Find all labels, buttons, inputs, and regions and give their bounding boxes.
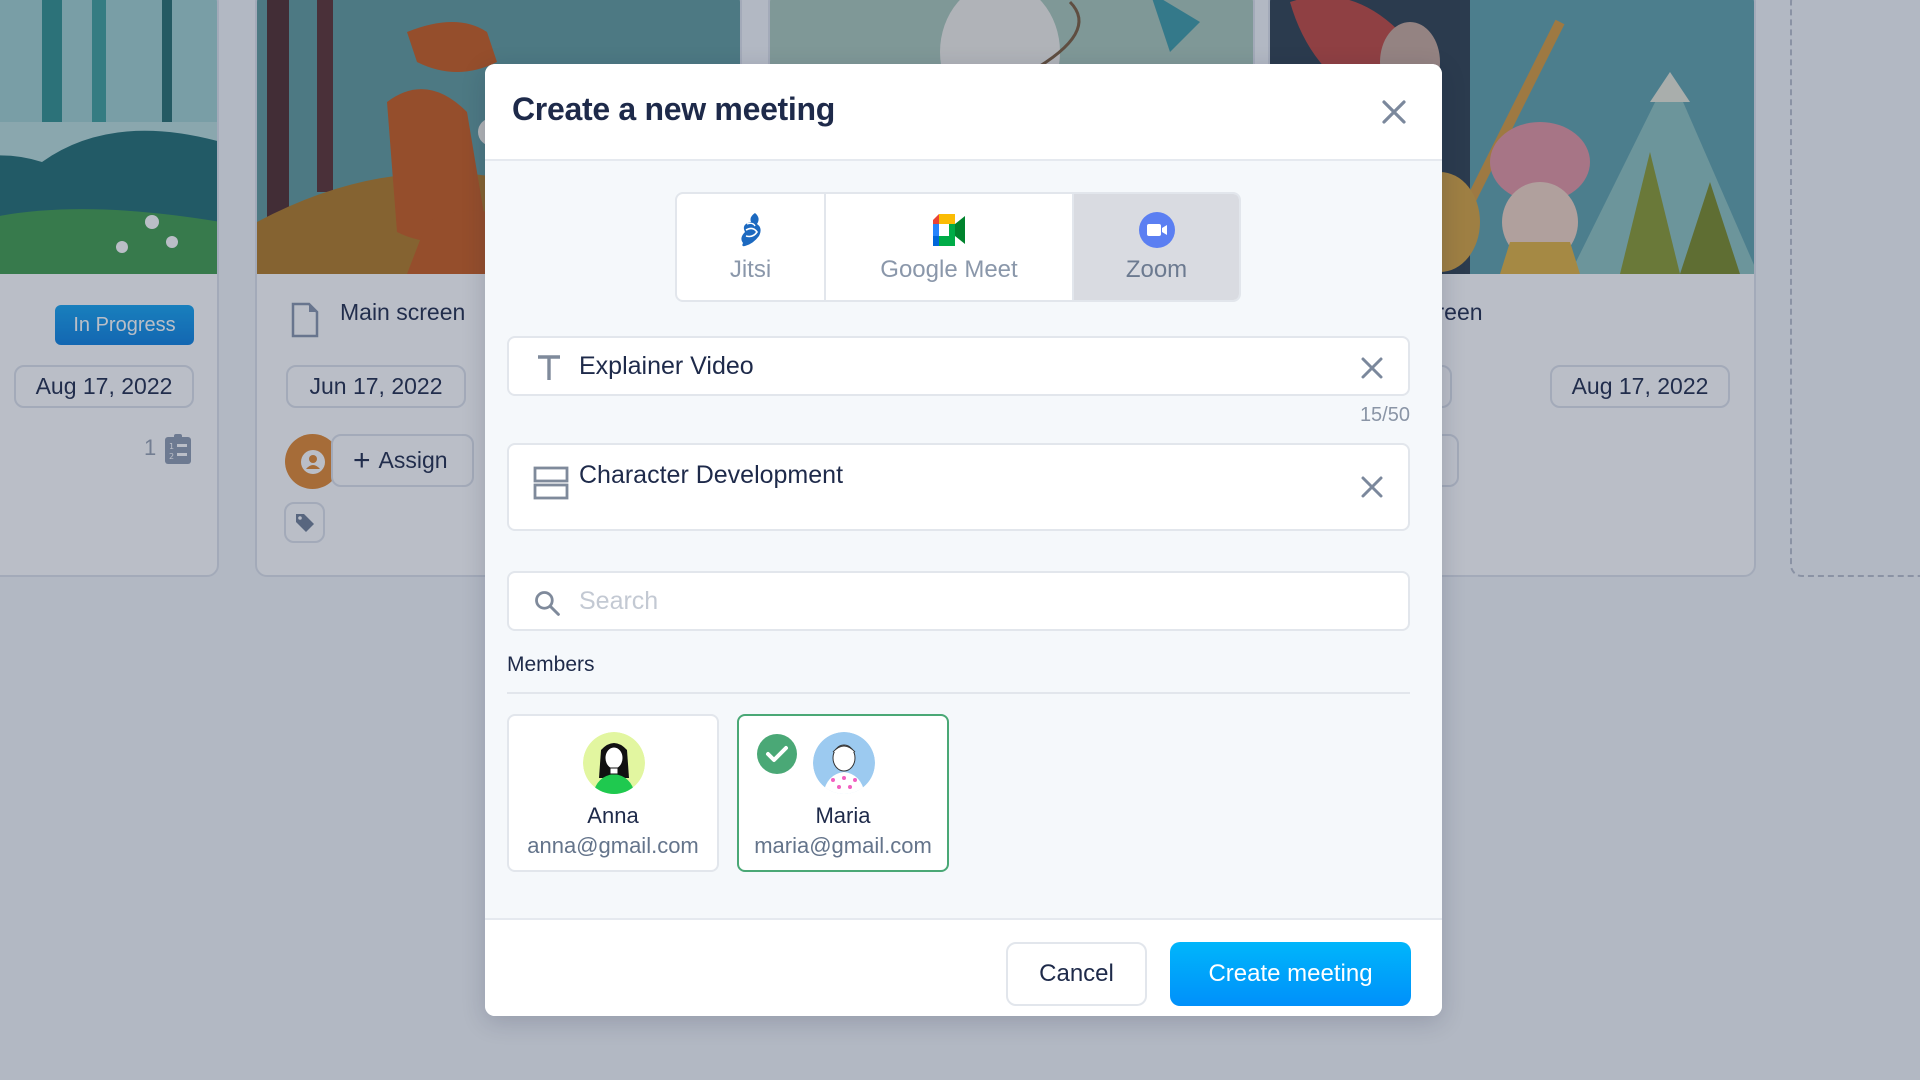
provider-label: Google Meet [880,256,1018,283]
clear-title-icon[interactable] [1356,352,1388,384]
meeting-description-value: Character Development [579,461,844,489]
meeting-title-value: Explainer Video [579,352,754,380]
members-heading: Members [507,653,595,676]
member-name: Maria [815,803,871,828]
member-card-anna[interactable]: Anna anna@gmail.com [507,714,719,872]
create-meeting-button[interactable]: Create meeting [1170,942,1411,1006]
members-divider [507,692,1410,694]
dialog-footer: Cancel Create meeting [485,918,1442,1016]
selected-check-icon [757,734,797,774]
layout-rows-icon [533,466,569,500]
provider-google-meet[interactable]: Google Meet [826,194,1074,300]
member-search-input[interactable]: Search [507,571,1410,631]
create-meeting-dialog: Create a new meeting Jitsi Google Meet Z… [485,64,1442,1016]
member-name: Anna [587,803,639,828]
meeting-title-input[interactable]: Explainer Video [507,336,1410,396]
avatar [813,732,875,794]
provider-label: Zoom [1125,256,1188,283]
member-email: maria@gmail.com [754,833,932,858]
avatar [583,732,645,794]
google-meet-logo-icon [933,214,965,246]
text-icon [538,355,560,380]
member-card-maria[interactable]: Maria maria@gmail.com [737,714,949,872]
provider-zoom[interactable]: Zoom [1074,194,1239,300]
dialog-title: Create a new meeting [512,91,836,127]
provider-selector: Jitsi Google Meet Zoom [675,192,1241,302]
search-icon [535,591,560,616]
clear-description-icon[interactable] [1356,471,1388,503]
member-email: anna@gmail.com [527,833,699,858]
meeting-description-input[interactable]: Character Development [507,443,1410,531]
cancel-button[interactable]: Cancel [1006,942,1147,1006]
close-button[interactable] [1376,94,1412,130]
provider-label: Jitsi [729,256,772,283]
provider-jitsi[interactable]: Jitsi [677,194,826,300]
zoom-logo-icon [1138,212,1175,248]
character-counter: 15/50 [1359,404,1410,426]
search-placeholder: Search [579,587,659,615]
jitsi-logo-icon [740,213,761,247]
dialog-header: Create a new meeting [485,64,1442,161]
close-icon [1382,100,1406,124]
